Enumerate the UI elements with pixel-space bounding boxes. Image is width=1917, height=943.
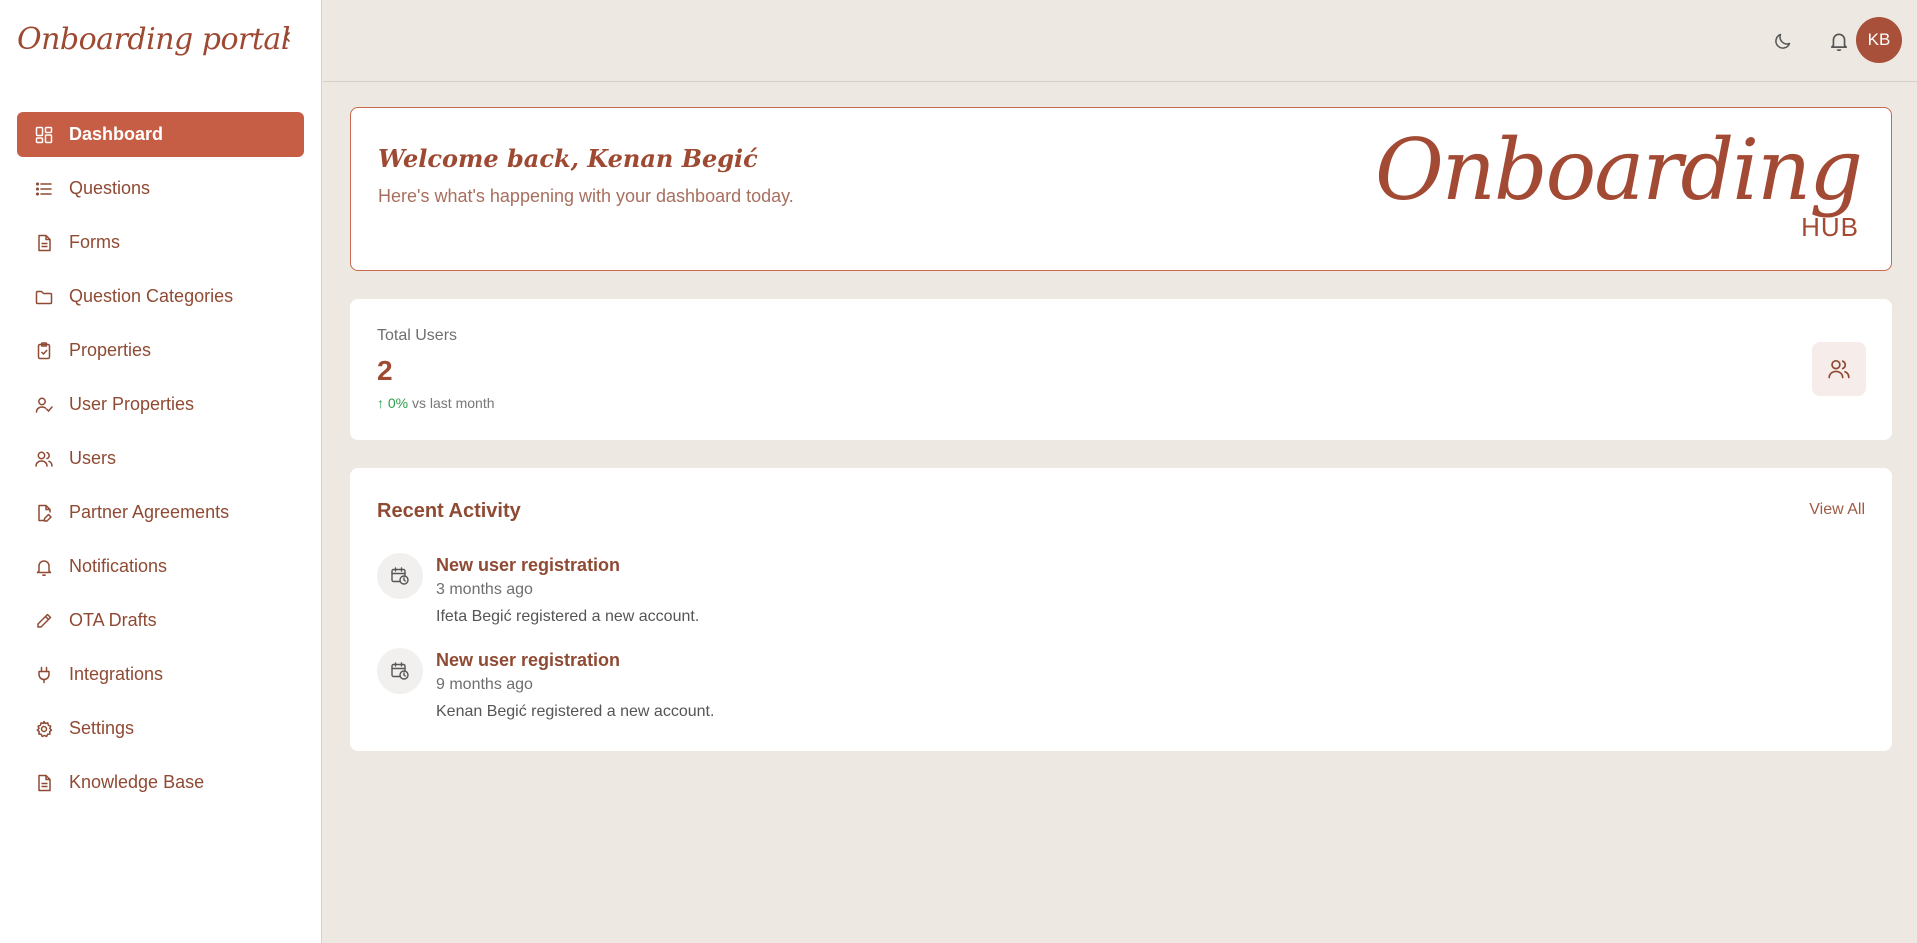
users-icon <box>1812 342 1866 396</box>
welcome-subtitle: Here's what's happening with your dashbo… <box>378 186 794 206</box>
sidebar-item-label: Partner Agreements <box>69 502 230 522</box>
clipboard-check-icon <box>34 341 54 361</box>
sidebar-item-settings[interactable]: Settings <box>17 706 304 751</box>
plug-icon <box>34 665 54 685</box>
recent-activity-card: Recent Activity View All New user regist… <box>350 468 1892 751</box>
activity-title: New user registration <box>436 555 621 575</box>
sidebar-item-label: Users <box>69 448 117 468</box>
gear-icon <box>34 719 54 739</box>
sidebar-item-label: Question Categories <box>69 286 234 306</box>
chevron-left-icon <box>283 32 290 42</box>
sidebar-item-notifications[interactable]: Notifications <box>17 544 304 589</box>
sidebar-item-forms[interactable]: Forms <box>17 220 304 265</box>
user-check-icon <box>34 395 54 415</box>
sidebar: Onboarding portal Dashboard Questions Fo… <box>0 0 322 943</box>
document-icon <box>34 233 54 253</box>
sidebar-item-questions[interactable]: Questions <box>17 166 304 211</box>
sidebar-item-label: Questions <box>69 178 151 198</box>
welcome-card: Welcome back, Kenan Begić Here's what's … <box>350 107 1892 271</box>
sidebar-item-label: Properties <box>69 340 152 360</box>
avatar[interactable]: KB <box>1856 17 1902 63</box>
dashboard-icon <box>34 125 54 145</box>
collapse-sidebar-button[interactable] <box>276 26 298 48</box>
sidebar-item-label: Integrations <box>69 664 164 684</box>
view-all-link[interactable]: View All <box>1809 501 1865 519</box>
hub-logo: Onboarding <box>1374 121 1863 219</box>
activity-title: New user registration <box>436 650 621 670</box>
activity-description: Ifeta Begić registered a new account. <box>436 608 700 625</box>
calendar-clock-icon <box>377 553 423 599</box>
theme-toggle-button[interactable] <box>1763 21 1803 61</box>
sidebar-item-dashboard[interactable]: Dashboard <box>17 112 304 157</box>
sidebar-item-knowledge-base[interactable]: Knowledge Base <box>17 760 304 805</box>
stat-label: Total Users <box>377 327 458 344</box>
sidebar-item-label: User Properties <box>69 394 195 414</box>
sidebar-item-label: OTA Drafts <box>69 610 157 630</box>
sidebar-item-label: Forms <box>69 232 120 252</box>
bell-icon <box>34 557 54 577</box>
activity-time: 9 months ago <box>436 676 533 693</box>
notifications-button[interactable] <box>1819 21 1859 61</box>
list-icon <box>34 179 54 199</box>
moon-icon <box>1775 33 1791 49</box>
stat-change-suffix: vs last month <box>412 395 495 411</box>
document-icon <box>34 773 54 793</box>
sidebar-item-properties[interactable]: Properties <box>17 328 304 373</box>
hub-logo-sub: HUB <box>1801 212 1859 242</box>
stat-value: 2 <box>377 355 393 386</box>
folder-icon <box>34 287 54 307</box>
total-users-card: Total Users 2 ↑ 0% vs last month <box>350 299 1892 440</box>
pencil-icon <box>34 611 54 631</box>
activity-title: Recent Activity <box>377 500 521 522</box>
sidebar-item-integrations[interactable]: Integrations <box>17 652 304 697</box>
brand-title: Onboarding portal <box>17 21 290 57</box>
calendar-clock-icon <box>377 648 423 694</box>
sidebar-item-label: Dashboard <box>69 124 164 144</box>
sidebar-nav: Dashboard Questions Forms Question Categ… <box>17 112 304 814</box>
sidebar-item-label: Notifications <box>69 556 168 576</box>
users-icon <box>34 449 54 469</box>
brand-row: Onboarding portal <box>17 14 297 64</box>
sidebar-item-user-properties[interactable]: User Properties <box>17 382 304 427</box>
stat-change-value: ↑ 0% <box>377 395 409 411</box>
sidebar-item-label: Settings <box>69 718 135 738</box>
sidebar-item-users[interactable]: Users <box>17 436 304 481</box>
sidebar-item-question-categories[interactable]: Question Categories <box>17 274 304 319</box>
top-header: KB <box>323 0 1917 82</box>
edit-document-icon <box>34 503 54 523</box>
welcome-title: Welcome back, Kenan Begić <box>378 144 758 173</box>
sidebar-item-ota-drafts[interactable]: OTA Drafts <box>17 598 304 643</box>
sidebar-item-partner-agreements[interactable]: Partner Agreements <box>17 490 304 535</box>
activity-description: Kenan Begić registered a new account. <box>436 703 715 720</box>
sidebar-item-label: Knowledge Base <box>69 772 205 792</box>
activity-time: 3 months ago <box>436 581 533 598</box>
stat-change: ↑ 0% vs last month <box>377 395 495 411</box>
bell-icon <box>1830 33 1848 51</box>
